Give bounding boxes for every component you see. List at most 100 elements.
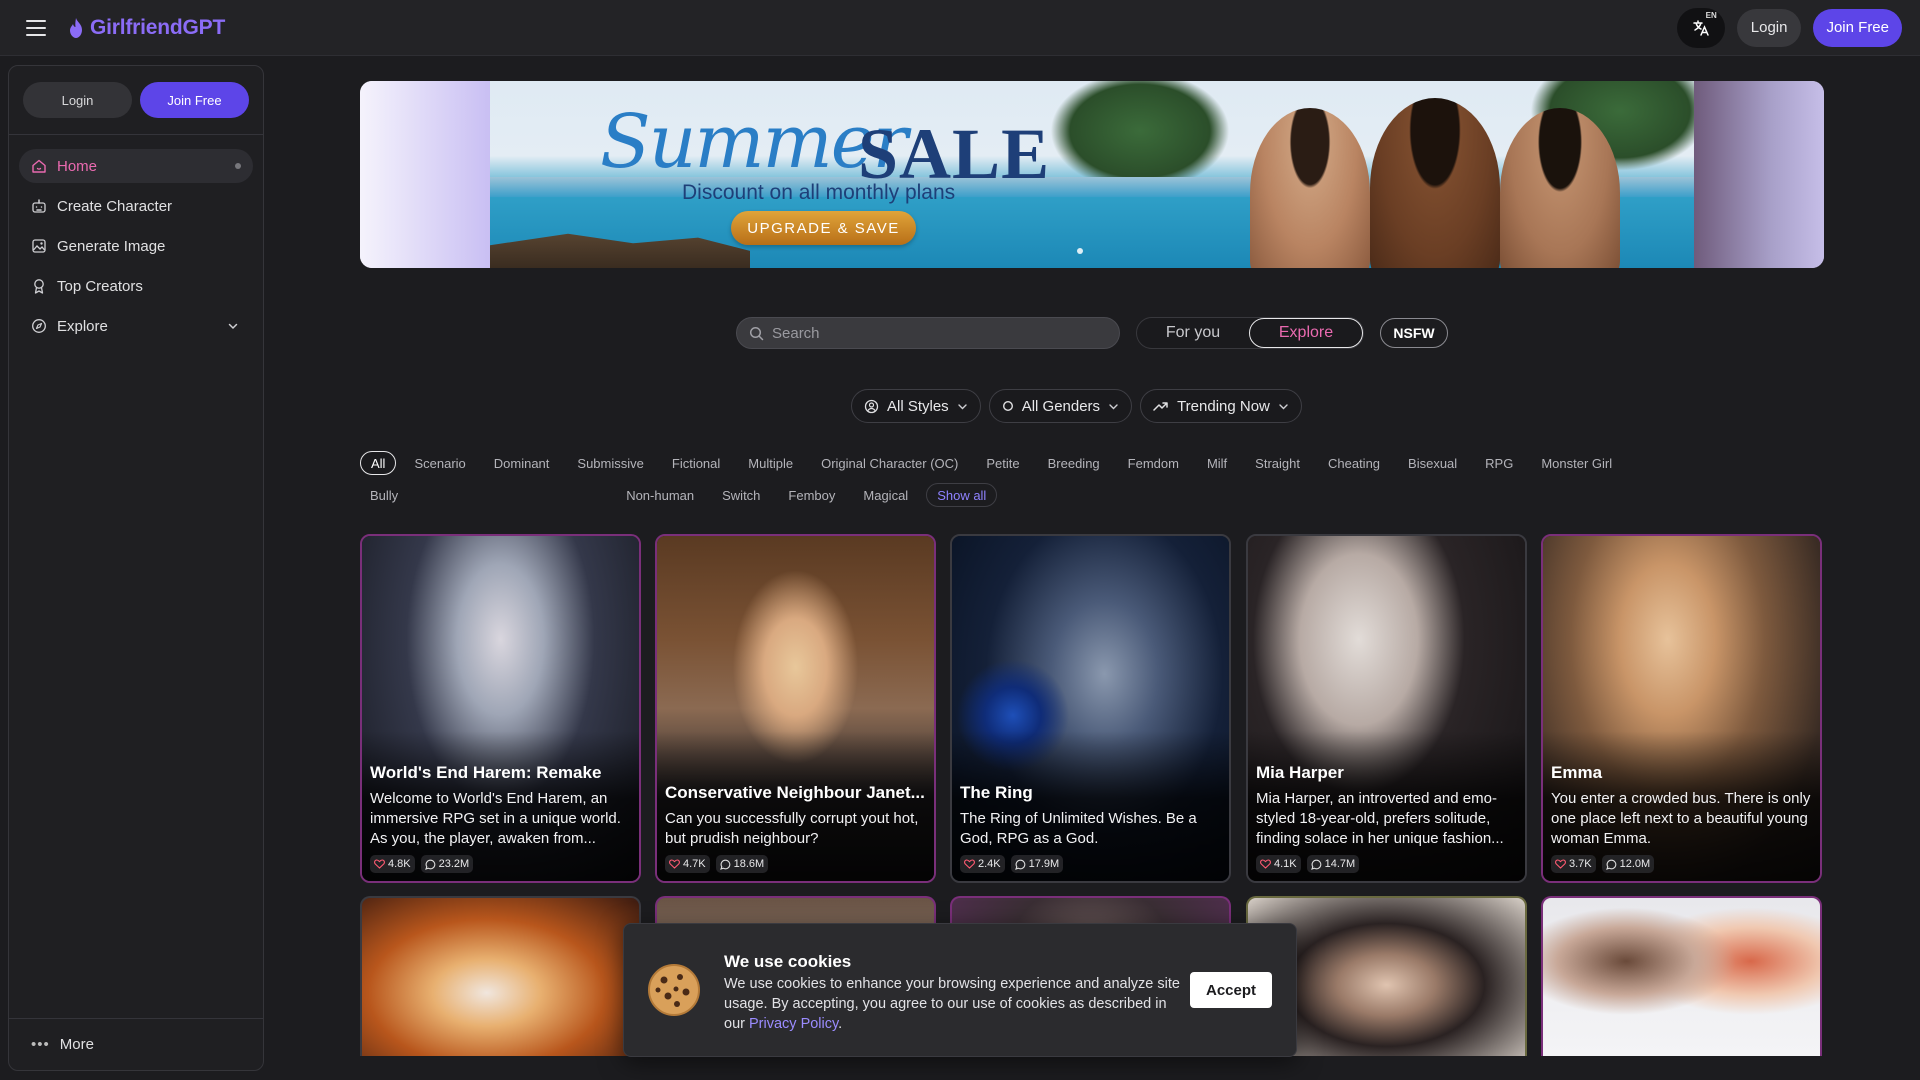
tag-chip[interactable]: Femdom bbox=[1118, 451, 1189, 475]
tag-chip[interactable]: Milf bbox=[1197, 451, 1237, 475]
more-label: More bbox=[59, 1036, 94, 1053]
card-description: Can you successfully corrupt yout hot, b… bbox=[665, 810, 919, 847]
tag-list: All Scenario Dominant Submissive Fictional Mu… bbox=[360, 451, 1830, 507]
card-description: Welcome to World's End Harem, an immersi… bbox=[370, 790, 621, 847]
likes-value: 4.8K bbox=[388, 858, 411, 870]
tag-chip[interactable]: Dominant bbox=[484, 451, 560, 475]
likes-value: 4.1K bbox=[1274, 858, 1297, 870]
search-bar[interactable] bbox=[736, 317, 1120, 349]
palette-icon bbox=[864, 399, 879, 413]
character-card[interactable] bbox=[360, 896, 641, 1056]
styles-dropdown[interactable]: All Styles bbox=[851, 389, 981, 423]
card-title: The Ring bbox=[960, 783, 1033, 802]
tag-chip[interactable]: Non-human bbox=[616, 483, 704, 507]
carousel-dot[interactable] bbox=[1077, 248, 1083, 254]
tag-chip[interactable]: Bully bbox=[360, 483, 408, 507]
likes-value: 3.7K bbox=[1569, 858, 1592, 870]
tab-for-you[interactable]: For you bbox=[1137, 318, 1249, 348]
tag-chip[interactable]: Cheating bbox=[1318, 451, 1390, 475]
sidebar-item-explore[interactable]: Explore bbox=[19, 309, 253, 343]
promo-banner[interactable]: Summer SALE Discount on all monthly plan… bbox=[360, 81, 1824, 268]
cookie-title: We use cookies bbox=[724, 952, 852, 971]
active-dot bbox=[235, 163, 241, 169]
chats-count: 14.7M bbox=[1306, 855, 1360, 873]
cookie-banner: We use cookies We use cookies to enhance… bbox=[623, 923, 1297, 1057]
menu-icon[interactable] bbox=[26, 19, 46, 36]
sidebar-login-button[interactable]: Login bbox=[23, 82, 132, 118]
tab-explore[interactable]: Explore bbox=[1249, 318, 1363, 348]
filter-row: All Styles All Genders Trending Now bbox=[851, 389, 1302, 423]
model-figure bbox=[1500, 108, 1620, 268]
nsfw-toggle[interactable]: NSFW bbox=[1380, 318, 1448, 348]
tag-chip[interactable]: Fictional bbox=[662, 451, 730, 475]
tag-chip[interactable]: Multiple bbox=[738, 451, 803, 475]
character-card[interactable]: Emma You enter a crowded bus. There is o… bbox=[1541, 534, 1822, 883]
tag-chip[interactable]: Original Character (OC) bbox=[811, 451, 968, 475]
feed-toggle: For you Explore bbox=[1136, 317, 1364, 349]
chats-value: 23.2M bbox=[438, 858, 470, 870]
chats-value: 12.0M bbox=[1619, 858, 1651, 870]
circle-icon bbox=[1002, 400, 1013, 412]
palm-tree bbox=[1050, 81, 1230, 191]
model-figure bbox=[1370, 98, 1500, 268]
card-description: The Ring of Unlimited Wishes. Be a God, … bbox=[960, 810, 1197, 847]
tag-chip[interactable]: Straight bbox=[1245, 451, 1310, 475]
top-bar: GirlfriendGPT EN Login Join Free bbox=[0, 0, 1920, 56]
genders-label: All Genders bbox=[1021, 397, 1101, 415]
chats-value: 14.7M bbox=[1324, 858, 1356, 870]
styles-label: All Styles bbox=[887, 397, 949, 415]
chats-value: 18.6M bbox=[733, 858, 765, 870]
genders-dropdown[interactable]: All Genders bbox=[988, 389, 1133, 423]
sidebar-join-button[interactable]: Join Free bbox=[140, 82, 249, 118]
sidebar-item-label: Top Creators bbox=[57, 277, 143, 295]
search-icon bbox=[749, 326, 764, 340]
tag-chip[interactable]: Switch bbox=[712, 483, 770, 507]
banner-rocks bbox=[490, 233, 750, 268]
sidebar-more[interactable]: ••• More bbox=[9, 1018, 263, 1070]
show-all-tags-button[interactable]: Show all bbox=[926, 483, 998, 507]
more-icon: ••• bbox=[31, 1036, 50, 1053]
sidebar-item-create-character[interactable]: Create Character bbox=[19, 189, 253, 223]
likes-count: 4.7K bbox=[665, 855, 710, 873]
character-card[interactable]: The Ring The Ring of Unlimited Wishes. B… bbox=[950, 534, 1231, 883]
tag-chip[interactable]: Monster Girl bbox=[1531, 451, 1622, 475]
character-card[interactable]: World's End Harem: Remake Welcome to Wor… bbox=[360, 534, 641, 883]
robot-icon bbox=[32, 199, 46, 213]
language-button[interactable]: EN bbox=[1676, 7, 1725, 48]
tag-chip[interactable]: Breeding bbox=[1038, 451, 1110, 475]
likes-count: 2.4K bbox=[960, 855, 1005, 873]
tag-chip[interactable]: RPG bbox=[1475, 451, 1523, 475]
character-card[interactable]: Conservative Neighbour Janet... Can you … bbox=[655, 534, 936, 883]
join-free-button[interactable]: Join Free bbox=[1813, 8, 1902, 47]
tag-chip[interactable]: Femboy bbox=[778, 483, 845, 507]
compass-icon bbox=[32, 319, 46, 333]
character-card[interactable]: Mia Harper Mia Harper, an introverted an… bbox=[1246, 534, 1527, 883]
character-card[interactable] bbox=[1541, 896, 1822, 1056]
sidebar-item-home[interactable]: Home bbox=[19, 149, 253, 183]
chats-value: 17.9M bbox=[1028, 858, 1060, 870]
tag-chip[interactable]: All bbox=[360, 451, 397, 475]
heart-icon bbox=[1260, 859, 1271, 869]
logo[interactable]: GirlfriendGPT bbox=[68, 16, 225, 40]
tag-chip[interactable]: Scenario bbox=[404, 451, 475, 475]
chevron-down-icon bbox=[228, 323, 238, 330]
chat-icon bbox=[719, 859, 730, 870]
tag-chip[interactable]: Petite bbox=[976, 451, 1029, 475]
sort-dropdown[interactable]: Trending Now bbox=[1140, 389, 1302, 423]
sidebar-item-label: Generate Image bbox=[57, 237, 166, 255]
banner-subtitle: Discount on all monthly plans bbox=[682, 181, 956, 204]
tag-chip[interactable]: Magical bbox=[853, 483, 918, 507]
login-button[interactable]: Login bbox=[1736, 8, 1802, 47]
tag-chip[interactable]: Submissive bbox=[567, 451, 653, 475]
privacy-policy-link[interactable]: Privacy Policy bbox=[749, 1016, 838, 1032]
sidebar-item-generate-image[interactable]: Generate Image bbox=[19, 229, 253, 263]
translate-icon bbox=[1693, 19, 1709, 36]
sidebar-item-top-creators[interactable]: Top Creators bbox=[19, 269, 253, 303]
accept-cookies-button[interactable]: Accept bbox=[1190, 972, 1272, 1008]
tag-chip[interactable]: Bisexual bbox=[1398, 451, 1467, 475]
trending-up-icon bbox=[1153, 402, 1168, 411]
upgrade-button[interactable]: UPGRADE & SAVE bbox=[731, 211, 916, 245]
banner-next-slide bbox=[1694, 81, 1824, 268]
search-input[interactable] bbox=[772, 324, 1092, 342]
likes-count: 3.7K bbox=[1551, 855, 1596, 873]
